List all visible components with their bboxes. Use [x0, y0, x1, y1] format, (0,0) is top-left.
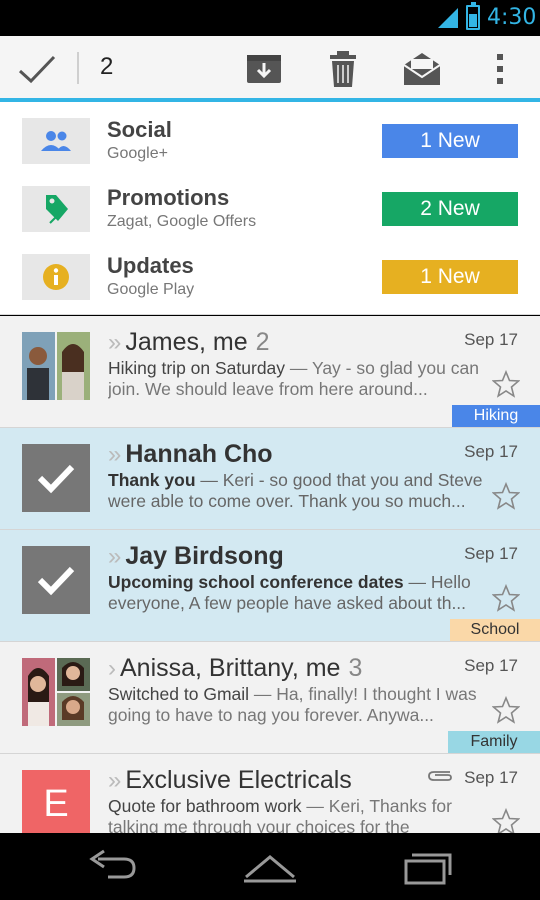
mail-date: Sep 17	[464, 768, 518, 787]
archive-icon[interactable]	[244, 49, 284, 89]
sender-letter-avatar[interactable]: E	[22, 770, 90, 833]
conversation-item[interactable]: » James, me 2 Sep 17 Hiking trip on Saturd…	[0, 316, 540, 428]
category-subtitle: Google Play	[107, 281, 195, 298]
wifi-icon	[438, 8, 458, 28]
system-navigation-bar	[0, 833, 540, 900]
importance-marker-icon: »	[108, 329, 122, 356]
subject-snippet: Upcoming school conference dates — Hello…	[108, 572, 471, 613]
conversation-item[interactable]: › Anissa, Brittany, me 3 Sep 17 Switched t…	[0, 642, 540, 754]
mark-unread-icon[interactable]	[402, 49, 442, 89]
conversation-list: » James, me 2 Sep 17 Hiking trip on Saturd…	[0, 316, 540, 833]
selected-count: 2	[100, 53, 114, 80]
sender-name: › Anissa, Brittany, me 3	[108, 654, 363, 682]
back-icon[interactable]	[84, 847, 140, 887]
label-tag: Family	[448, 731, 540, 753]
conversation-item-selected[interactable]: » Jay Birdsong Sep 17 Upcoming school con…	[0, 530, 540, 642]
delete-icon[interactable]	[323, 49, 363, 89]
thread-count: 2	[255, 328, 270, 356]
mail-date: Sep 17	[464, 656, 518, 675]
done-check-icon[interactable]	[14, 51, 60, 87]
contextual-action-bar: 2	[0, 36, 540, 98]
battery-icon	[466, 2, 480, 30]
sender-avatar[interactable]	[22, 658, 90, 726]
importance-marker-icon: »	[108, 543, 122, 570]
star-icon[interactable]	[492, 584, 520, 612]
sender-name: » Jay Birdsong	[108, 542, 284, 570]
category-title: Updates	[107, 253, 194, 278]
sender-name: » Hannah Cho	[108, 440, 273, 468]
importance-marker-icon: »	[108, 767, 122, 794]
category-sections: Social Google+ 1 New Promotions Zagat, G…	[0, 102, 540, 315]
label-tag: Hiking	[452, 405, 540, 427]
mail-date: Sep 17	[464, 330, 518, 349]
status-bar: 4:30	[0, 0, 540, 36]
mail-date: Sep 17	[464, 544, 518, 563]
star-icon[interactable]	[492, 482, 520, 510]
category-title: Social	[107, 117, 172, 142]
status-clock: 4:30	[487, 5, 537, 30]
sender-avatar[interactable]	[22, 332, 90, 400]
new-count-badge: 1 New	[382, 124, 518, 158]
selection-checkmark[interactable]	[22, 444, 90, 512]
conversation-item-selected[interactable]: » Hannah Cho Sep 17 Thank you — Keri - so…	[0, 428, 540, 530]
category-promotions[interactable]: Promotions Zagat, Google Offers 2 New	[0, 170, 540, 238]
subject-snippet: Thank you — Keri - so good that you and …	[108, 470, 483, 511]
sender-name: » Exclusive Electricals	[108, 766, 352, 794]
sender-name: » James, me 2	[108, 328, 270, 356]
attachment-icon	[428, 771, 452, 781]
category-social[interactable]: Social Google+ 1 New	[0, 102, 540, 170]
category-subtitle: Zagat, Google Offers	[107, 213, 257, 230]
subject-snippet: Hiking trip on Saturday — Yay - so glad …	[108, 358, 479, 399]
importance-marker-icon: »	[108, 441, 122, 468]
new-count-badge: 2 New	[382, 192, 518, 226]
star-icon[interactable]	[492, 808, 520, 833]
category-title: Promotions	[107, 185, 230, 210]
updates-info-icon	[22, 254, 90, 300]
conversation-item[interactable]: E » Exclusive Electricals Sep 17 Quote fo…	[0, 754, 540, 833]
overflow-menu-icon[interactable]	[480, 49, 520, 89]
category-updates[interactable]: Updates Google Play 1 New	[0, 238, 540, 306]
subject-snippet: Quote for bathroom work — Keri, Thanks f…	[108, 796, 452, 833]
selection-checkmark[interactable]	[22, 546, 90, 614]
subject-snippet: Switched to Gmail — Ha, finally! I thoug…	[108, 684, 477, 725]
social-people-icon	[22, 118, 90, 164]
mail-date: Sep 17	[464, 442, 518, 461]
category-subtitle: Google+	[107, 145, 168, 162]
star-icon[interactable]	[492, 370, 520, 398]
importance-marker-icon: ›	[108, 655, 116, 682]
recent-apps-icon[interactable]	[400, 847, 456, 887]
thread-count: 3	[348, 654, 363, 682]
home-icon[interactable]	[242, 847, 298, 887]
new-count-badge: 1 New	[382, 260, 518, 294]
label-tag: School	[450, 619, 540, 641]
promotions-tag-icon	[22, 186, 90, 232]
star-icon[interactable]	[492, 696, 520, 724]
action-bar-divider	[77, 52, 79, 84]
